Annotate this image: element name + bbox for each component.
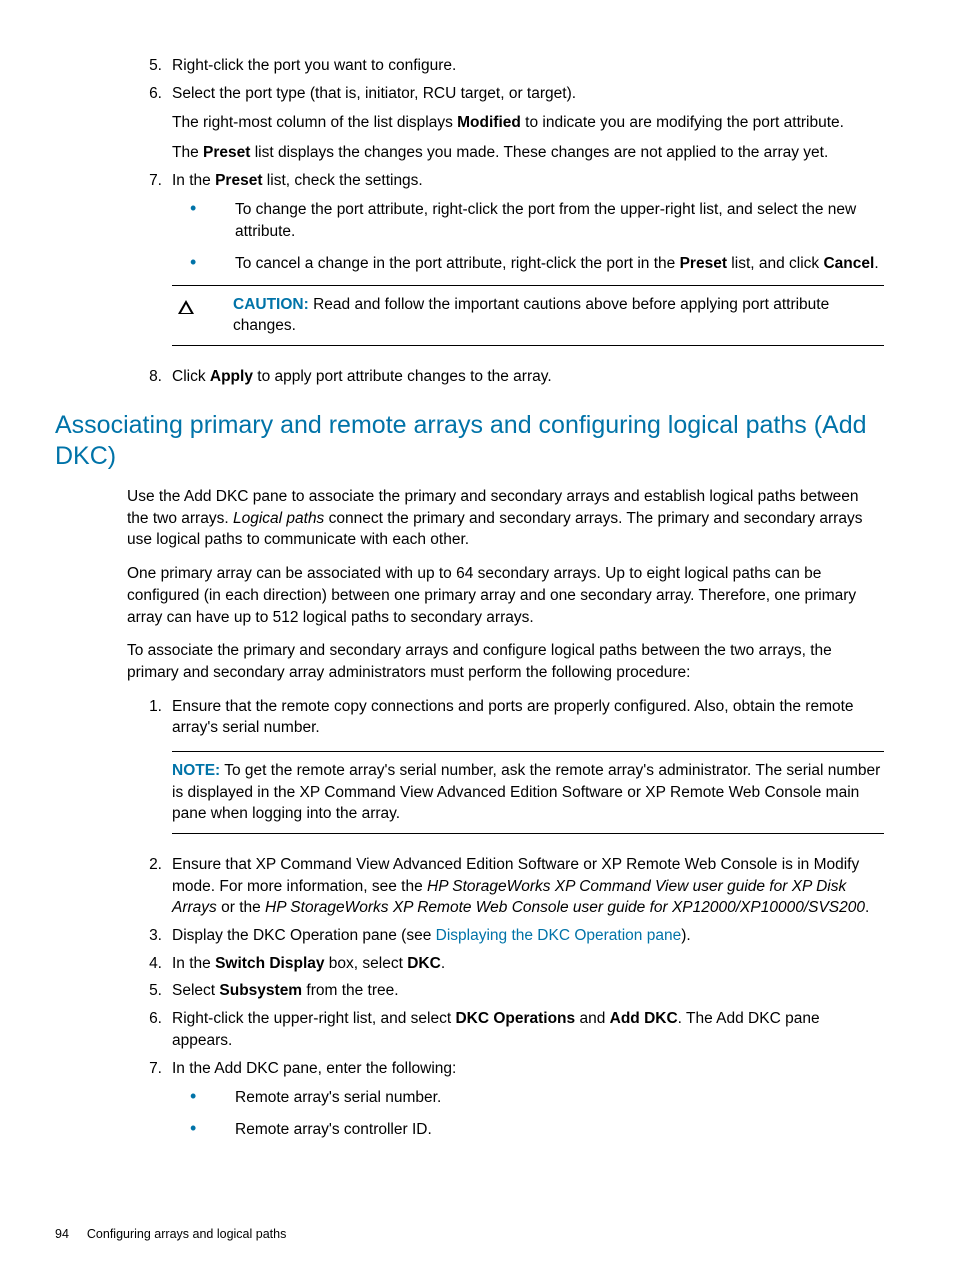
caution-icon <box>172 294 233 337</box>
bullet-text: Remote array's serial number. <box>235 1087 884 1109</box>
step-text: Display the DKC Operation pane (see Disp… <box>172 925 884 947</box>
step-text: In the Add DKC pane, enter the following… <box>172 1058 884 1080</box>
step-number: 7. <box>127 1058 172 1151</box>
bullet-item: • To cancel a change in the port attribu… <box>172 253 884 275</box>
bullet-icon: • <box>172 199 235 242</box>
bullet-text: Remote array's controller ID. <box>235 1119 884 1141</box>
step-text: Right-click the upper-right list, and se… <box>172 1008 884 1051</box>
step-3: 3. Display the DKC Operation pane (see D… <box>127 925 884 947</box>
bullet-icon: • <box>172 1087 235 1109</box>
step-text: Ensure that the remote copy connections … <box>172 696 884 739</box>
step-number: 2. <box>127 854 172 919</box>
bullet-icon: • <box>172 253 235 275</box>
caution-body: CAUTION: Read and follow the important c… <box>233 294 884 337</box>
step-1: 1. Ensure that the remote copy connectio… <box>127 696 884 848</box>
step-body: Ensure that the remote copy connections … <box>172 696 884 848</box>
step-number: 5. <box>127 980 172 1002</box>
step-text: The Preset list displays the changes you… <box>172 142 884 164</box>
step-text: In the Preset list, check the settings. <box>172 170 884 192</box>
bullet-item: • Remote array's serial number. <box>172 1087 884 1109</box>
step-number: 6. <box>127 1008 172 1051</box>
step-text: Select Subsystem from the tree. <box>172 980 884 1002</box>
step-body: Right-click the port you want to configu… <box>172 55 884 77</box>
step-2: 2. Ensure that XP Command View Advanced … <box>127 854 884 919</box>
step-6b: 6. Right-click the upper-right list, and… <box>127 1008 884 1051</box>
page-footer: 94 Configuring arrays and logical paths <box>55 1226 286 1244</box>
steps-list-a: 5. Right-click the port you want to conf… <box>127 55 884 388</box>
step-number: 3. <box>127 925 172 947</box>
note-box: NOTE: To get the remote array's serial n… <box>172 751 884 834</box>
step-text: Right-click the port you want to configu… <box>172 55 884 77</box>
chapter-title: Configuring arrays and logical paths <box>87 1227 286 1241</box>
step-body: Select the port type (that is, initiator… <box>172 83 884 164</box>
link-dkc-operation-pane[interactable]: Displaying the DKC Operation pane <box>436 927 682 944</box>
step-6: 6. Select the port type (that is, initia… <box>127 83 884 164</box>
page-number: 94 <box>55 1227 69 1241</box>
bullet-item: • Remote array's controller ID. <box>172 1119 884 1141</box>
step-body: In the Switch Display box, select DKC. <box>172 953 884 975</box>
step-text: Select the port type (that is, initiator… <box>172 83 884 105</box>
bullet-icon: • <box>172 1119 235 1141</box>
step-5: 5. Right-click the port you want to conf… <box>127 55 884 77</box>
step-number: 5. <box>127 55 172 77</box>
step-8: 8. Click Apply to apply port attribute c… <box>127 366 884 388</box>
step-5b: 5. Select Subsystem from the tree. <box>127 980 884 1002</box>
paragraph: One primary array can be associated with… <box>127 563 884 628</box>
step-body: Click Apply to apply port attribute chan… <box>172 366 884 388</box>
page-content: 5. Right-click the port you want to conf… <box>127 55 884 1151</box>
step-text: In the Switch Display box, select DKC. <box>172 953 884 975</box>
sub-bullets: • To change the port attribute, right-cl… <box>172 199 884 274</box>
step-body: In the Add DKC pane, enter the following… <box>172 1058 884 1151</box>
step-4: 4. In the Switch Display box, select DKC… <box>127 953 884 975</box>
paragraph: Use the Add DKC pane to associate the pr… <box>127 486 884 551</box>
bullet-text: To change the port attribute, right-clic… <box>235 199 884 242</box>
step-number: 1. <box>127 696 172 848</box>
caution-label: CAUTION: <box>233 296 309 313</box>
step-body: Right-click the upper-right list, and se… <box>172 1008 884 1051</box>
step-number: 6. <box>127 83 172 164</box>
section-heading: Associating primary and remote arrays an… <box>55 410 884 473</box>
bullet-item: • To change the port attribute, right-cl… <box>172 199 884 242</box>
step-body: Ensure that XP Command View Advanced Edi… <box>172 854 884 919</box>
step-7b: 7. In the Add DKC pane, enter the follow… <box>127 1058 884 1151</box>
step-number: 7. <box>127 170 172 360</box>
step-body: Display the DKC Operation pane (see Disp… <box>172 925 884 947</box>
caution-box: CAUTION: Read and follow the important c… <box>172 285 884 346</box>
step-number: 4. <box>127 953 172 975</box>
step-number: 8. <box>127 366 172 388</box>
steps-list-b: 1. Ensure that the remote copy connectio… <box>127 696 884 1151</box>
step-body: In the Preset list, check the settings. … <box>172 170 884 360</box>
sub-bullets: • Remote array's serial number. • Remote… <box>172 1087 884 1140</box>
caution-text: Read and follow the important cautions a… <box>233 296 829 335</box>
step-7: 7. In the Preset list, check the setting… <box>127 170 884 360</box>
note-label: NOTE: <box>172 762 220 779</box>
paragraph: To associate the primary and secondary a… <box>127 640 884 683</box>
step-text: Click Apply to apply port attribute chan… <box>172 366 884 388</box>
step-body: Select Subsystem from the tree. <box>172 980 884 1002</box>
note-text: To get the remote array's serial number,… <box>172 762 880 822</box>
bullet-text: To cancel a change in the port attribute… <box>235 253 884 275</box>
step-text: Ensure that XP Command View Advanced Edi… <box>172 854 884 919</box>
step-text: The right-most column of the list displa… <box>172 112 884 134</box>
